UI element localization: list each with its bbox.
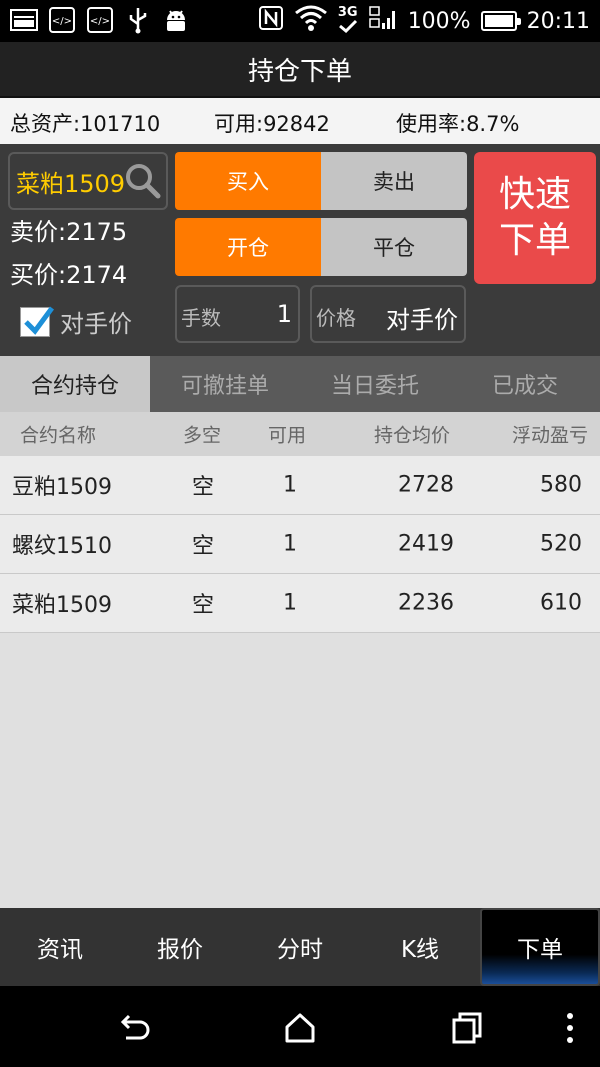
battery-fill (484, 15, 513, 27)
svg-text:</>: </> (52, 16, 72, 27)
contract-name: 菜粕1509 (16, 169, 126, 198)
usage-rate: 使用率:8.7% (396, 112, 520, 136)
tab-positions[interactable]: 合约持仓 (0, 356, 150, 412)
cell-direction: 空 (192, 593, 215, 618)
contract-selector[interactable]: 菜粕1509 (8, 152, 168, 210)
close-position-button[interactable]: 平仓 (321, 218, 467, 276)
cell-available: 1 (283, 531, 297, 557)
column-direction: 多空 (183, 424, 222, 447)
table-row[interactable]: 菜粕1509 空 1 2236 610 (0, 574, 600, 633)
search-icon[interactable] (124, 162, 162, 200)
recent-apps-icon[interactable] (450, 1010, 486, 1046)
quick-order-button[interactable]: 快速 下单 (474, 152, 596, 284)
cell-available: 1 (283, 472, 297, 498)
table-row[interactable]: 豆粕1509 空 1 2728 580 (0, 456, 600, 515)
account-summary: 总资产:101710 可用:92842 使用率:8.7% (0, 98, 600, 144)
cell-available: 1 (283, 590, 297, 616)
tab-filled[interactable]: 已成交 (450, 356, 600, 412)
system-nav-bar (0, 986, 600, 1067)
cell-direction: 空 (192, 475, 215, 500)
counterparty-price-checkbox[interactable]: 对手价 (20, 304, 132, 339)
order-panel: 菜粕1509 卖价:2175 买价:2174 对手价 买入 卖出 开仓 平仓 快… (0, 144, 600, 356)
buy-button[interactable]: 买入 (175, 152, 321, 210)
column-avg-price: 持仓均价 (374, 424, 451, 447)
nav-kline[interactable]: K线 (360, 908, 480, 986)
sell-button[interactable]: 卖出 (321, 152, 467, 210)
checkbox-box[interactable] (20, 306, 55, 337)
position-tabs: 合约持仓 可撤挂单 当日委托 已成交 (0, 356, 600, 412)
svg-text:</>: </> (90, 16, 110, 27)
price-value[interactable]: 对手价 (386, 300, 458, 335)
checkmark-icon (24, 306, 55, 335)
usb-icon (124, 6, 152, 34)
lots-label: 手数 (181, 306, 221, 330)
tab-cancelable-orders[interactable]: 可撤挂单 (150, 356, 300, 412)
column-contract: 合约名称 (20, 424, 97, 447)
network-type-label: 3G (337, 5, 358, 20)
column-floating-pnl: 浮动盈亏 (511, 424, 588, 447)
table-row[interactable]: 螺纹1510 空 1 2419 520 (0, 515, 600, 574)
offset-toggle: 开仓 平仓 (175, 218, 467, 276)
battery-percent: 100% (407, 8, 471, 34)
signal-icon (368, 5, 398, 37)
cell-avg-price: 2236 (398, 590, 454, 616)
cell-pnl: 520 (540, 531, 582, 557)
cell-direction: 空 (192, 534, 215, 559)
status-bar: </> </> 3G 100% 20:11 (0, 0, 600, 42)
cell-avg-price: 2728 (398, 472, 454, 498)
data-check-icon (338, 19, 357, 34)
lots-value[interactable]: 1 (277, 300, 292, 328)
nav-time-sharing[interactable]: 分时 (240, 908, 360, 986)
android-debug-icon (162, 6, 190, 34)
wifi-icon (294, 4, 328, 38)
cell-pnl: 580 (540, 472, 582, 498)
cell-avg-price: 2419 (398, 531, 454, 557)
total-assets: 总资产:101710 (10, 112, 161, 136)
page-title: 持仓下单 (247, 56, 352, 87)
mobile-data-indicator: 3G (338, 6, 358, 36)
image-notification-icon (10, 6, 38, 34)
cell-contract: 豆粕1509 (12, 475, 112, 500)
cell-contract: 螺纹1510 (12, 534, 112, 559)
code-notification-icon-2: </> (86, 6, 114, 34)
table-header: 合约名称 多空 可用 持仓均价 浮动盈亏 (0, 412, 600, 456)
lots-field[interactable]: 手数 1 (175, 285, 300, 343)
quick-order-label-1: 快速 (498, 174, 571, 215)
nav-quotes[interactable]: 报价 (120, 908, 240, 986)
code-notification-icon: </> (48, 6, 76, 34)
bid-price: 买价:2174 (10, 261, 128, 289)
clock: 20:11 (526, 8, 590, 34)
positions-table: 豆粕1509 空 1 2728 580 螺纹1510 空 1 2419 520 … (0, 456, 600, 908)
nav-news[interactable]: 资讯 (0, 908, 120, 986)
tab-today-orders[interactable]: 当日委托 (300, 356, 450, 412)
cell-pnl: 610 (540, 590, 582, 616)
price-field[interactable]: 价格 对手价 (310, 285, 466, 343)
available-funds: 可用:92842 (214, 112, 330, 136)
more-options-icon[interactable] (560, 1010, 580, 1046)
title-bar: 持仓下单 (0, 42, 600, 98)
direction-toggle: 买入 卖出 (175, 152, 467, 210)
nav-order[interactable]: 下单 (480, 908, 600, 986)
price-label: 价格 (316, 306, 356, 330)
home-icon[interactable] (282, 1010, 318, 1046)
column-available: 可用 (268, 424, 307, 447)
ask-price: 卖价:2175 (10, 218, 128, 246)
cell-contract: 菜粕1509 (12, 593, 112, 618)
battery-icon (480, 11, 521, 31)
open-position-button[interactable]: 开仓 (175, 218, 321, 276)
quick-order-label-2: 下单 (498, 220, 571, 261)
checkbox-label: 对手价 (60, 310, 132, 338)
back-icon[interactable] (116, 1010, 152, 1046)
nfc-icon (258, 5, 284, 37)
bottom-nav: 资讯 报价 分时 K线 下单 (0, 908, 600, 986)
